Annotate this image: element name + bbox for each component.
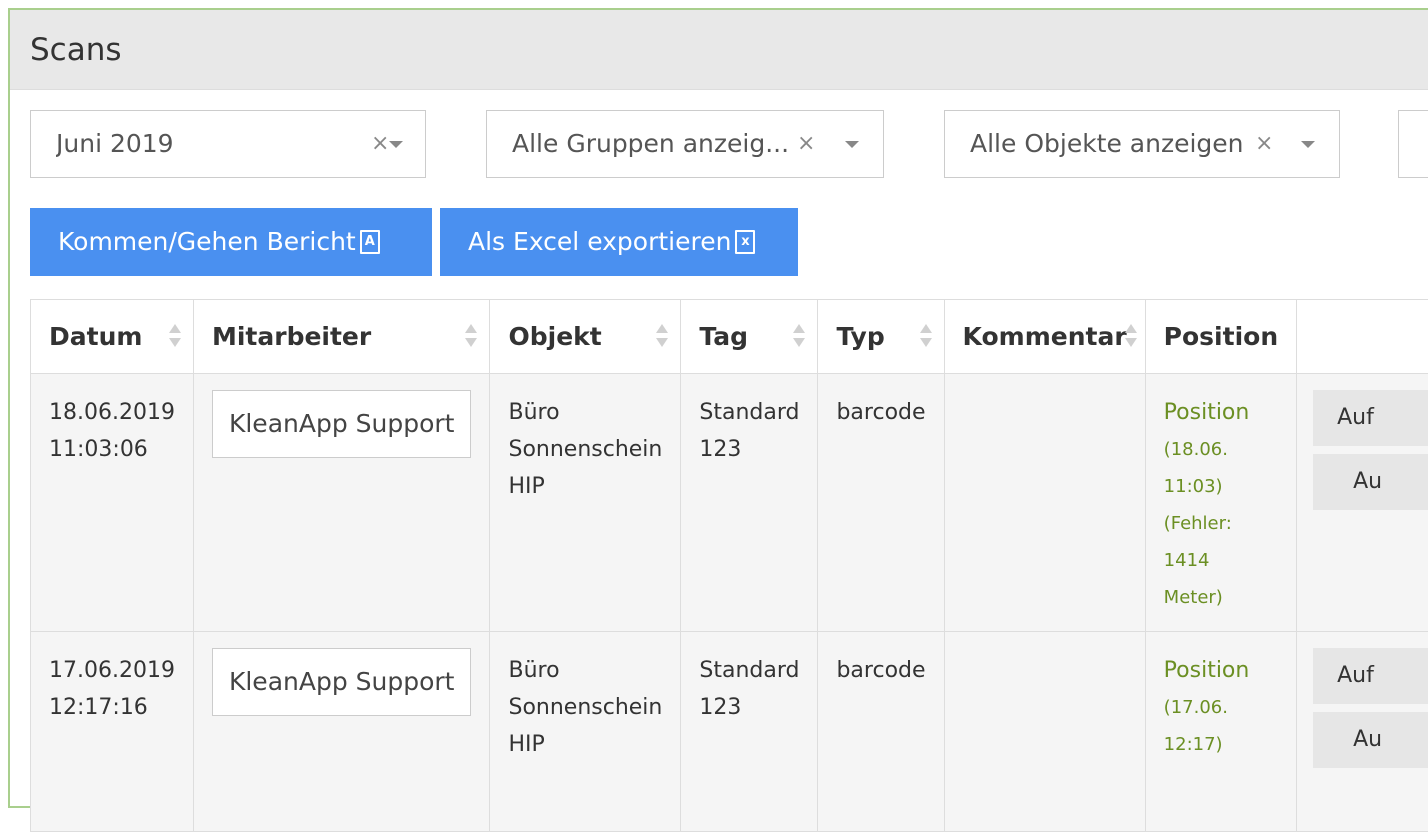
column-header-position: Position	[1145, 300, 1296, 374]
page-title: Scans	[30, 30, 122, 70]
column-header-tag[interactable]: Tag	[681, 300, 818, 374]
groups-clear-icon[interactable]: ×	[797, 111, 815, 177]
column-header-kommentar[interactable]: Kommentar	[944, 300, 1145, 374]
employee-box[interactable]: KleanApp Support	[212, 648, 472, 716]
employee-box[interactable]: KleanApp Support	[212, 390, 472, 458]
action-button-2[interactable]: Au	[1313, 712, 1428, 768]
groups-select[interactable]: Alle Gruppen anzeig... ×	[486, 110, 884, 178]
cell-date: 17.06.2019 12:17:16	[31, 632, 194, 832]
objects-select-value: Alle Objekte anzeigen	[970, 111, 1260, 177]
position-link[interactable]: Position	[1164, 394, 1278, 431]
column-header-mitarbeiter[interactable]: Mitarbeiter	[193, 300, 490, 374]
cell-employee: KleanApp Support	[193, 374, 490, 632]
report-button-label: Kommen/Gehen Bericht	[58, 227, 356, 256]
month-chevron-down-icon[interactable]	[389, 141, 403, 148]
column-header-actions	[1297, 300, 1428, 374]
extra-select[interactable]	[1398, 110, 1428, 178]
file-pdf-icon: A	[360, 230, 380, 254]
excel-export-button[interactable]: Als Excel exportierenx	[440, 208, 798, 276]
table-row: 18.06.2019 11:03:06 KleanApp Support Bür…	[31, 374, 1428, 632]
objects-clear-icon[interactable]: ×	[1255, 111, 1273, 177]
groups-chevron-down-icon[interactable]	[845, 141, 859, 148]
cell-type: barcode	[818, 374, 944, 632]
panel-header: Scans	[10, 10, 1428, 90]
column-header-typ[interactable]: Typ	[818, 300, 944, 374]
sort-icon[interactable]	[1125, 324, 1137, 350]
excel-button-label: Als Excel exportieren	[468, 227, 731, 256]
cell-type: barcode	[818, 632, 944, 832]
objects-select[interactable]: Alle Objekte anzeigen ×	[944, 110, 1340, 178]
sort-icon[interactable]	[793, 324, 805, 350]
cell-date: 18.06.2019 11:03:06	[31, 374, 194, 632]
cell-position: Position (18.06. 11:03) (Fehler: 1414 Me…	[1145, 374, 1296, 632]
table-header-row: Datum Mitarbeiter Objekt Tag Typ Komment…	[31, 300, 1428, 374]
file-excel-icon: x	[735, 230, 755, 254]
position-link[interactable]: Position	[1164, 652, 1278, 689]
sort-icon[interactable]	[920, 324, 932, 350]
sort-icon[interactable]	[656, 324, 668, 350]
cell-position: Position (17.06. 12:17)	[1145, 632, 1296, 832]
cell-actions: Auf Au	[1297, 632, 1428, 832]
sort-icon[interactable]	[465, 324, 477, 350]
cell-comment	[944, 632, 1145, 832]
column-header-objekt[interactable]: Objekt	[490, 300, 681, 374]
cell-object: Büro Sonnenschein HIP	[490, 632, 681, 832]
scans-table: Datum Mitarbeiter Objekt Tag Typ Komment…	[30, 299, 1428, 832]
month-clear-icon[interactable]: ×	[371, 111, 389, 177]
sort-icon[interactable]	[169, 324, 181, 350]
objects-chevron-down-icon[interactable]	[1301, 141, 1315, 148]
month-select-value: Juni 2019	[56, 111, 174, 177]
cell-object: Büro Sonnenschein HIP	[490, 374, 681, 632]
groups-select-value: Alle Gruppen anzeig...	[512, 111, 802, 177]
month-select[interactable]: Juni 2019 ×	[30, 110, 426, 178]
cell-comment	[944, 374, 1145, 632]
action-button-1[interactable]: Auf	[1313, 390, 1428, 446]
table-row: 17.06.2019 12:17:16 KleanApp Support Bür…	[31, 632, 1428, 832]
action-button-1[interactable]: Auf	[1313, 648, 1428, 704]
cell-actions: Auf Au	[1297, 374, 1428, 632]
report-button[interactable]: Kommen/Gehen BerichtA	[30, 208, 432, 276]
column-header-datum[interactable]: Datum	[31, 300, 194, 374]
cell-tag: Standard 123	[681, 632, 818, 832]
cell-employee: KleanApp Support	[193, 632, 490, 832]
action-button-2[interactable]: Au	[1313, 454, 1428, 510]
cell-tag: Standard 123	[681, 374, 818, 632]
